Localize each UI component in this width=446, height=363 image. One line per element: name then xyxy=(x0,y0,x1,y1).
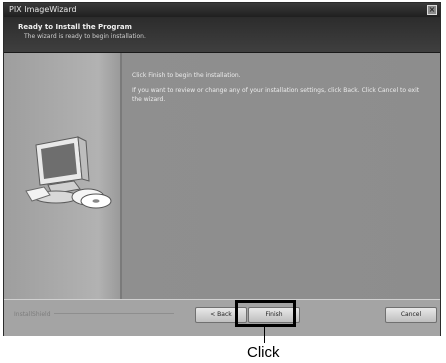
title-bar: PIX ImageWizard × xyxy=(4,3,440,17)
header-title: Ready to Install the Program xyxy=(18,23,132,31)
computer-cd-icon xyxy=(25,136,112,209)
close-icon: × xyxy=(428,5,436,14)
content-area: Click Finish to begin the installation. … xyxy=(132,71,432,104)
header-subtitle: The wizard is ready to begin installatio… xyxy=(24,33,146,40)
installer-window: PIX ImageWizard × Ready to Install the P… xyxy=(3,2,441,336)
finish-highlight-box xyxy=(235,300,296,327)
window-title: PIX ImageWizard xyxy=(9,5,77,14)
callout-line xyxy=(264,327,265,343)
footer-divider xyxy=(54,313,174,314)
footer-brand: InstallShield xyxy=(14,311,51,318)
ready-message: Click Finish to begin the installation. xyxy=(132,72,241,79)
wizard-header: Ready to Install the Program The wizard … xyxy=(4,17,440,53)
instruction-text: If you want to review or change any of y… xyxy=(132,87,420,103)
close-button[interactable]: × xyxy=(427,5,437,15)
wizard-body: Click Finish to begin the installation. … xyxy=(4,53,440,299)
click-callout-label: Click xyxy=(247,344,280,361)
cancel-button[interactable]: Cancel xyxy=(385,307,437,323)
side-panel xyxy=(4,53,122,299)
wizard-footer: InstallShield < Back Finish Cancel xyxy=(4,299,440,336)
